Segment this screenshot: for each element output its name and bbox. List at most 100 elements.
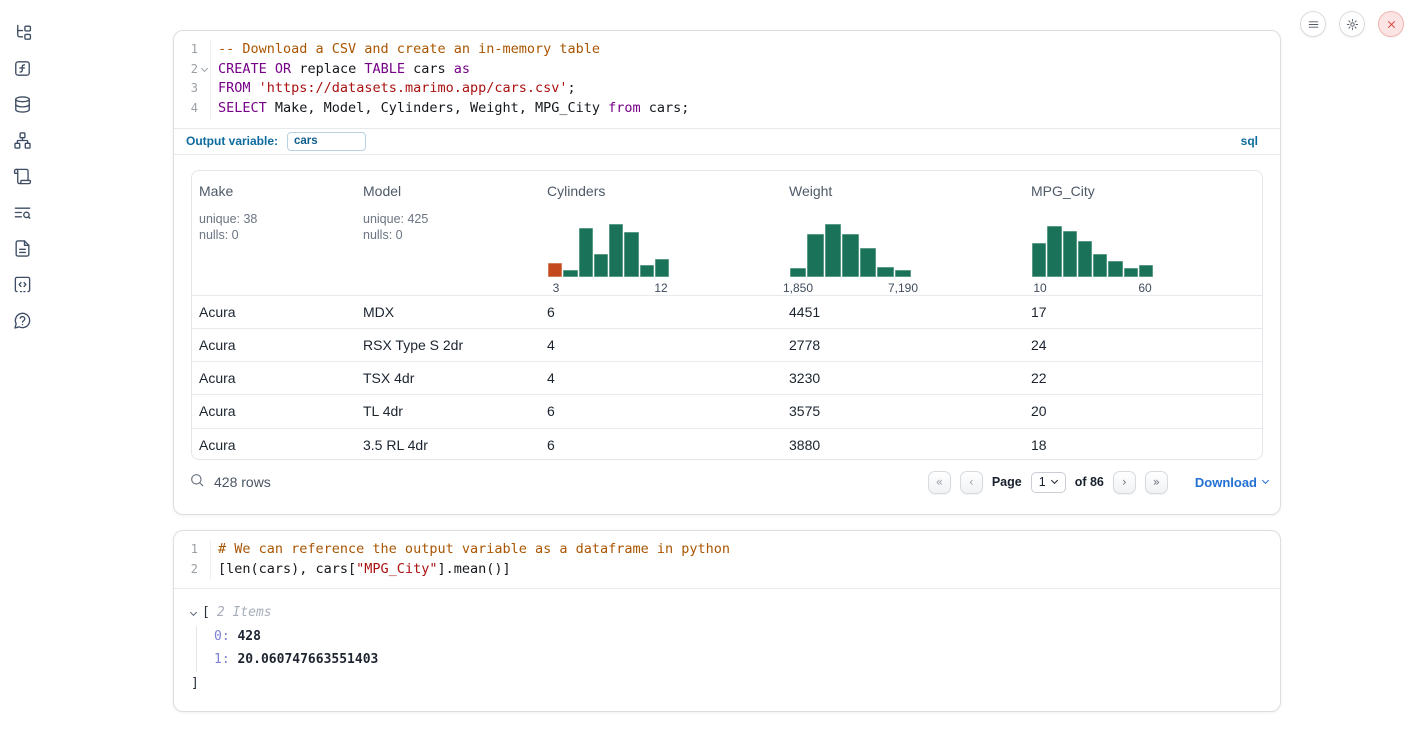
- histogram-bar[interactable]: [655, 259, 669, 276]
- histogram-bar[interactable]: [579, 228, 593, 277]
- document-icon[interactable]: [10, 238, 34, 258]
- file-tree-icon[interactable]: [10, 22, 34, 42]
- histogram-bar[interactable]: [895, 270, 911, 277]
- column-header-cylinders[interactable]: Cylinders312: [540, 171, 782, 295]
- collapse-chevron-icon: [190, 609, 197, 616]
- histogram-bar[interactable]: [877, 267, 893, 277]
- line-number: 1: [174, 40, 198, 60]
- table-cell: 6: [540, 403, 782, 419]
- entry-value: 428: [230, 629, 261, 644]
- histogram-bar[interactable]: [1032, 243, 1046, 277]
- function-square-icon[interactable]: [10, 58, 34, 78]
- entry-index: 0:: [214, 629, 230, 644]
- histogram-bar[interactable]: [548, 263, 562, 276]
- histogram-bar[interactable]: [790, 268, 806, 276]
- next-page-button[interactable]: ›: [1113, 471, 1136, 494]
- table-cell: 18: [1024, 437, 1262, 453]
- language-badge: sql: [1241, 134, 1258, 148]
- histogram-bar[interactable]: [1063, 231, 1077, 277]
- histogram-bar[interactable]: [807, 234, 823, 277]
- histogram-max-label: 12: [654, 281, 667, 295]
- table-row[interactable]: AcuraMDX6445117: [192, 295, 1262, 328]
- help-icon[interactable]: [10, 310, 34, 330]
- histogram-bar[interactable]: [1047, 226, 1061, 277]
- line-number: 1: [174, 540, 198, 560]
- histogram-bar[interactable]: [1078, 241, 1092, 277]
- histogram-bar[interactable]: [609, 224, 623, 277]
- table-cell: 4: [540, 370, 782, 386]
- histogram-bar[interactable]: [842, 234, 858, 277]
- download-button[interactable]: Download: [1195, 475, 1268, 490]
- code-line[interactable]: 3FROM 'https://datasets.marimo.app/cars.…: [174, 79, 1280, 99]
- list-output-header[interactable]: [ 2 Items: [191, 602, 1280, 624]
- column-header-weight[interactable]: Weight1,8507,190: [782, 171, 1024, 295]
- output-variable-input[interactable]: [287, 132, 366, 151]
- histogram-max-label: 60: [1138, 281, 1151, 295]
- gear-icon[interactable]: [1339, 11, 1365, 37]
- notebook-cells: 1-- Download a CSV and create an in-memo…: [173, 30, 1281, 712]
- table-cell: MDX: [356, 304, 540, 320]
- code-line[interactable]: 4SELECT Make, Model, Cylinders, Weight, …: [174, 99, 1280, 119]
- marimo-notebook: 1-- Download a CSV and create an in-memo…: [0, 0, 1408, 729]
- column-header-model[interactable]: Modelunique: 425nulls: 0: [356, 171, 540, 295]
- table-header: Makeunique: 38nulls: 0Modelunique: 425nu…: [192, 171, 1262, 295]
- code-line[interactable]: 1 # We can reference the output variable …: [174, 540, 1280, 560]
- fold-chevron-icon[interactable]: [198, 60, 210, 80]
- table-cell: Acura: [192, 337, 356, 353]
- fold-gutter: [198, 79, 210, 99]
- histogram-min-label: 10: [1033, 281, 1046, 295]
- data-table: Makeunique: 38nulls: 0Modelunique: 425nu…: [191, 170, 1263, 460]
- histogram-bar[interactable]: [1139, 265, 1153, 277]
- histogram-bar[interactable]: [825, 224, 841, 277]
- database-icon[interactable]: [10, 94, 34, 114]
- python-code-editor[interactable]: 1 # We can reference the output variable …: [174, 531, 1280, 589]
- table-cell: 2778: [782, 337, 1024, 353]
- sql-code-editor[interactable]: 1-- Download a CSV and create an in-memo…: [174, 31, 1280, 128]
- search-icon[interactable]: [189, 472, 205, 493]
- column-name: Make: [199, 183, 356, 199]
- code-line[interactable]: 2CREATE OR replace TABLE cars as: [174, 60, 1280, 80]
- table-cell: 3.5 RL 4dr: [356, 437, 540, 453]
- snippets-icon[interactable]: [10, 274, 34, 294]
- histogram-bar[interactable]: [624, 232, 638, 277]
- menu-icon[interactable]: [1300, 11, 1326, 37]
- shutdown-x-icon[interactable]: [1378, 11, 1404, 37]
- page-select[interactable]: 1: [1031, 472, 1066, 493]
- last-page-button[interactable]: »: [1145, 471, 1168, 494]
- dependency-graph-icon[interactable]: [10, 130, 34, 150]
- histogram-bar[interactable]: [1108, 261, 1122, 277]
- list-entry: 0: 428: [214, 626, 1280, 649]
- histogram-bar[interactable]: [594, 254, 608, 276]
- fold-gutter: [198, 540, 210, 560]
- code-line[interactable]: 1-- Download a CSV and create an in-memo…: [174, 40, 1280, 60]
- column-header-mpg_city[interactable]: MPG_City1060: [1024, 171, 1262, 295]
- log-search-icon[interactable]: [10, 202, 34, 222]
- prev-page-button[interactable]: ‹: [960, 471, 983, 494]
- table-cell: 3880: [782, 437, 1024, 453]
- table-cell: RSX Type S 2dr: [356, 337, 540, 353]
- scroll-icon[interactable]: [10, 166, 34, 186]
- histogram-bar[interactable]: [640, 265, 654, 277]
- download-label: Download: [1195, 475, 1257, 490]
- table-footer: 428 rows « ‹ Page 1 of 86 › » Download: [174, 460, 1280, 505]
- python-cell: 1 # We can reference the output variable …: [173, 530, 1281, 712]
- table-output: Makeunique: 38nulls: 0Modelunique: 425nu…: [174, 155, 1280, 460]
- table-cell: 6: [540, 437, 782, 453]
- first-page-button[interactable]: «: [928, 471, 951, 494]
- code-text: # We can reference the output variable a…: [210, 540, 1280, 560]
- line-number: 2: [174, 60, 198, 80]
- histogram-bar[interactable]: [563, 270, 577, 277]
- table-row[interactable]: Acura3.5 RL 4dr6388018: [192, 428, 1262, 460]
- histogram-bar[interactable]: [1124, 268, 1138, 276]
- column-stats: unique: 425nulls: 0: [363, 211, 540, 244]
- column-header-make[interactable]: Makeunique: 38nulls: 0: [192, 171, 356, 295]
- table-cell: 17: [1024, 304, 1262, 320]
- table-row[interactable]: AcuraTSX 4dr4323022: [192, 361, 1262, 394]
- histogram-bar[interactable]: [1093, 254, 1107, 276]
- close-bracket: ]: [191, 674, 1280, 694]
- histogram-bar[interactable]: [860, 248, 876, 277]
- table-row[interactable]: AcuraRSX Type S 2dr4277824: [192, 328, 1262, 361]
- code-line[interactable]: 2[len(cars), cars["MPG_City"].mean()]: [174, 560, 1280, 580]
- table-row[interactable]: AcuraTL 4dr6357520: [192, 394, 1262, 427]
- line-number: 4: [174, 99, 198, 119]
